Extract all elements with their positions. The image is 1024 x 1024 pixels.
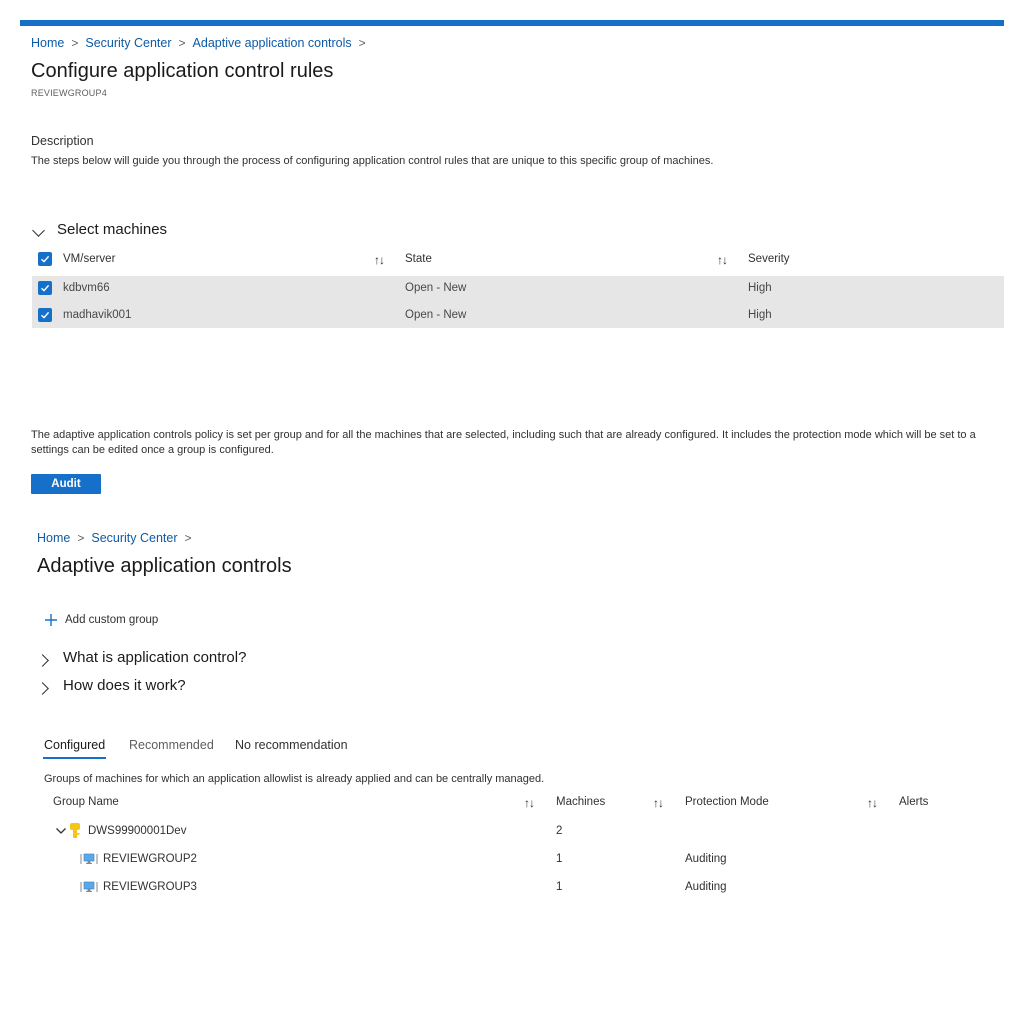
checkmark-icon <box>41 255 50 263</box>
page-title: Adaptive application controls <box>37 555 292 577</box>
col-header-vm[interactable]: VM/server <box>63 253 115 265</box>
protection-mode: Auditing <box>685 881 727 893</box>
col-header-alerts[interactable]: Alerts <box>899 796 928 808</box>
breadcrumb-home[interactable]: Home <box>31 36 64 50</box>
breadcrumb-home[interactable]: Home <box>37 531 70 545</box>
select-all-checkbox[interactable] <box>38 252 52 266</box>
breadcrumb-security-center[interactable]: Security Center <box>91 531 177 545</box>
row-checkbox[interactable] <box>38 281 52 295</box>
col-header-protection-mode[interactable]: Protection Mode <box>685 796 769 808</box>
expand-chevron-icon[interactable] <box>36 680 49 698</box>
tab-recommended[interactable]: Recommended <box>129 738 214 752</box>
add-icon[interactable] <box>43 612 59 628</box>
tab-no-recommendation[interactable]: No recommendation <box>235 738 348 752</box>
breadcrumb-adaptive-controls[interactable]: Adaptive application controls <box>193 36 352 50</box>
top-accent-bar <box>20 20 1004 26</box>
group-name-child[interactable]: REVIEWGROUP2 <box>103 853 197 865</box>
sort-icon[interactable]: ↑↓ <box>524 796 535 810</box>
breadcrumb-security-center[interactable]: Security Center <box>85 36 171 50</box>
collapse-chevron-icon[interactable] <box>54 824 68 838</box>
machines-count: 2 <box>556 825 563 837</box>
cell-severity: High <box>748 309 772 321</box>
key-icon <box>68 822 82 840</box>
expander-how-does-it-work[interactable]: How does it work? <box>63 677 186 694</box>
machine-group-icon <box>80 880 98 894</box>
chevron-right-icon: > <box>358 36 366 50</box>
policy-text-line1: The adaptive application controls policy… <box>31 429 976 441</box>
tab-description: Groups of machines for which an applicat… <box>44 773 545 785</box>
sort-icon[interactable]: ↑↓ <box>653 796 664 810</box>
chevron-right-icon: > <box>178 36 186 50</box>
section-title-select-machines[interactable]: Select machines <box>57 221 167 238</box>
col-header-group-name[interactable]: Group Name <box>53 796 119 808</box>
sort-icon[interactable]: ↑↓ <box>374 253 385 267</box>
breadcrumb: Home > Security Center > Adaptive applic… <box>31 36 373 50</box>
audit-button[interactable]: Audit <box>31 474 101 494</box>
checkmark-icon <box>41 284 50 292</box>
col-header-machines[interactable]: Machines <box>556 796 605 808</box>
page-title: Configure application control rules <box>31 60 334 82</box>
group-name-child[interactable]: REVIEWGROUP3 <box>103 881 197 893</box>
table-row[interactable]: kdbvm66 Open - New High <box>32 276 1004 302</box>
col-header-state[interactable]: State <box>405 253 432 265</box>
add-custom-group-button[interactable]: Add custom group <box>65 614 158 626</box>
machine-group-icon <box>80 852 98 866</box>
col-header-severity[interactable]: Severity <box>748 253 790 265</box>
sort-icon[interactable]: ↑↓ <box>867 796 878 810</box>
breadcrumb: Home > Security Center > <box>37 531 199 545</box>
machines-count: 1 <box>556 881 563 893</box>
expander-what-is-app-control[interactable]: What is application control? <box>63 649 246 666</box>
active-tab-indicator <box>43 757 106 759</box>
row-checkbox[interactable] <box>38 308 52 322</box>
chevron-right-icon: > <box>184 531 192 545</box>
cell-vm: madhavik001 <box>63 309 132 321</box>
checkmark-icon <box>41 311 50 319</box>
protection-mode: Auditing <box>685 853 727 865</box>
group-name-parent[interactable]: DWS99900001Dev <box>88 825 186 837</box>
cell-vm: kdbvm66 <box>63 282 110 294</box>
cell-severity: High <box>748 282 772 294</box>
chevron-right-icon: > <box>77 531 85 545</box>
page-subtitle: REVIEWGROUP4 <box>31 88 107 98</box>
description-label: Description <box>31 134 94 148</box>
tab-configured[interactable]: Configured <box>44 738 105 752</box>
expand-chevron-icon[interactable] <box>36 652 49 670</box>
cell-state: Open - New <box>405 309 467 321</box>
description-text: The steps below will guide you through t… <box>31 155 714 167</box>
chevron-right-icon: > <box>71 36 79 50</box>
cell-state: Open - New <box>405 282 467 294</box>
machines-count: 1 <box>556 853 563 865</box>
table-row[interactable]: madhavik001 Open - New High <box>32 302 1004 328</box>
policy-text-line2: settings can be edited once a group is c… <box>31 444 274 456</box>
collapse-chevron-icon[interactable] <box>32 222 45 240</box>
sort-icon[interactable]: ↑↓ <box>717 253 728 267</box>
